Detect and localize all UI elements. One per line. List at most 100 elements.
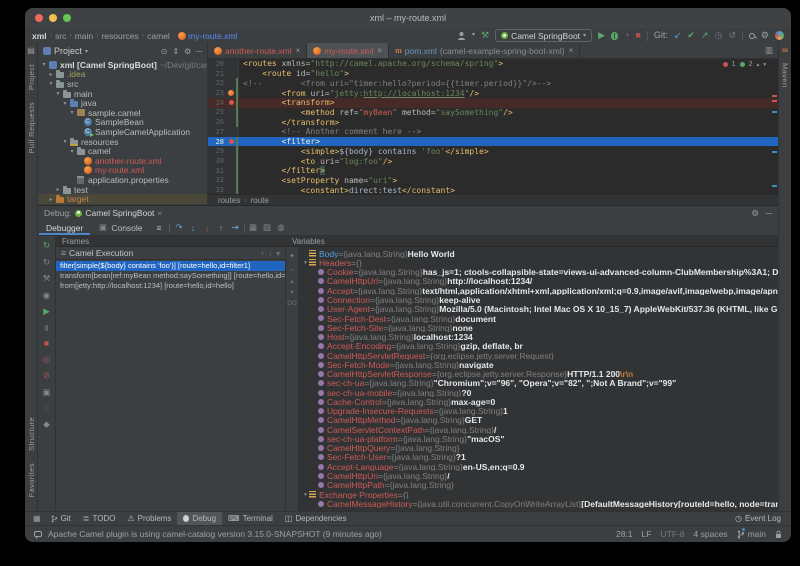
- tree-item-src[interactable]: ▾src: [38, 79, 207, 89]
- variable-row-cookie[interactable]: Cookie = {java.lang.String} has_js=1; ct…: [299, 268, 778, 277]
- tree-expand-icon[interactable]: ▾: [61, 138, 69, 145]
- tree-item-samplecamelapplication[interactable]: CSampleCamelApplication: [38, 127, 207, 137]
- lock-icon[interactable]: [775, 530, 782, 539]
- view-breakpoints-icon[interactable]: ◎: [41, 354, 52, 365]
- variable-row-sec-fetch-user[interactable]: Sec-Fetch-User = {java.lang.String} ?1: [299, 453, 778, 462]
- file-encoding[interactable]: UTF-8: [660, 529, 684, 539]
- build-hammer-icon[interactable]: ⚒: [481, 31, 489, 40]
- next-frame-icon[interactable]: ↓: [268, 249, 272, 258]
- tree-item-test[interactable]: ▸test: [38, 185, 207, 195]
- debug-session-tab[interactable]: Camel SpringBoot ×: [75, 208, 162, 218]
- stack-frame[interactable]: transform[bean[ref:myBean method:saySome…: [56, 271, 285, 281]
- stack-frame[interactable]: filter[simple(${body} contains 'foo')] […: [56, 261, 285, 271]
- stack-frame[interactable]: from[jetty:http://localhost:1234] [route…: [56, 281, 285, 291]
- code-line[interactable]: 27 <!-- Another comment here -->: [208, 127, 778, 137]
- tree-expand-icon[interactable]: ▾: [68, 109, 76, 116]
- stop-icon[interactable]: ■: [41, 338, 52, 348]
- run-configuration-select[interactable]: Camel SpringBoot ▾: [495, 29, 592, 42]
- variable-row-camelmessagehistory[interactable]: CamelMessageHistory = {java.util.concurr…: [299, 499, 778, 508]
- window-switcher-icon[interactable]: ▦: [29, 512, 45, 525]
- editor-tab-my-route-xml[interactable]: my-route.xml×: [307, 43, 389, 58]
- run-button[interactable]: ▶: [598, 31, 605, 40]
- close-window-button[interactable]: [35, 14, 43, 22]
- close-icon[interactable]: ×: [157, 209, 162, 218]
- error-stripe[interactable]: [770, 59, 778, 194]
- code-line[interactable]: 21 <route id="hello">: [208, 69, 778, 79]
- breadcrumb-item[interactable]: xml: [32, 31, 47, 41]
- variable-expand-icon[interactable]: ▾: [302, 492, 309, 498]
- select-opened-file-icon[interactable]: ⊙: [161, 47, 168, 56]
- rollback-icon[interactable]: ↺: [728, 31, 736, 40]
- hide-panel-icon[interactable]: ─: [196, 47, 202, 56]
- restore-layout-icon[interactable]: ▨: [262, 222, 273, 233]
- status-message[interactable]: Apache Camel plugin is using camel-catal…: [48, 529, 382, 539]
- hide-debug-icon[interactable]: ─: [766, 208, 772, 219]
- variable-row-host[interactable]: Host = {java.lang.String} localhost:1234: [299, 332, 778, 341]
- variable-row-connection[interactable]: Connection = {java.lang.String} keep-ali…: [299, 295, 778, 304]
- thread-dropdown-icon[interactable]: ▾: [276, 249, 280, 258]
- tree-expand-icon[interactable]: ▾: [47, 80, 55, 87]
- tool-window-button-terminal[interactable]: ⌨Terminal: [222, 512, 279, 525]
- force-step-into-icon[interactable]: ↓: [202, 223, 213, 233]
- thread-selector[interactable]: ≡ Camel Execution ↑↓▾: [56, 247, 285, 260]
- zoom-window-button[interactable]: [63, 14, 71, 22]
- tree-expand-icon[interactable]: ▾: [61, 100, 69, 107]
- variable-row-sec-fetch-mode[interactable]: Sec-Fetch-Mode = {java.lang.String} navi…: [299, 360, 778, 369]
- breadcrumb-item[interactable]: resources: [101, 31, 138, 41]
- tree-expand-icon[interactable]: ▸: [54, 186, 62, 193]
- tab-console[interactable]: ▣ Console: [90, 220, 149, 235]
- xml-breadcrumb-item[interactable]: routes: [218, 196, 240, 205]
- tab-options-icon[interactable]: ▥: [760, 43, 778, 58]
- code-line[interactable]: 32 <setProperty name="uri">: [208, 176, 778, 186]
- code-line[interactable]: 30 <to uri="log:foo"/>: [208, 156, 778, 166]
- variable-row-accept-language[interactable]: Accept-Language = {java.lang.String} en-…: [299, 462, 778, 471]
- editor-tab-another-route-xml[interactable]: another-route.xml×: [208, 43, 307, 58]
- variable-row-headers[interactable]: ▾Headers = {}: [299, 258, 778, 267]
- tab-debugger[interactable]: Debugger: [39, 220, 90, 235]
- modify-run-configuration-icon[interactable]: ⚒: [41, 273, 52, 284]
- variable-row-user-agent[interactable]: User-Agent = {java.lang.String} Mozilla/…: [299, 305, 778, 314]
- tree-item-java[interactable]: ▾java: [38, 98, 207, 108]
- variable-row-camelhttpuri[interactable]: CamelHttpUri = {java.lang.String} /: [299, 471, 778, 480]
- breadcrumb-item[interactable]: my-route.xml: [178, 31, 237, 41]
- tree-item-main[interactable]: ▾main: [38, 89, 207, 99]
- move-watch-up-icon[interactable]: ▲: [289, 279, 295, 285]
- show-watches-icon[interactable]: OO: [287, 301, 296, 307]
- mute-breakpoints-icon[interactable]: ⊘: [41, 370, 52, 381]
- minimize-window-button[interactable]: [49, 14, 57, 22]
- tree-item--idea[interactable]: ▸.idea: [38, 70, 207, 80]
- tree-item-samplebean[interactable]: CSampleBean: [38, 118, 207, 128]
- tree-expand-icon[interactable]: ▾: [40, 61, 48, 68]
- coverage-button[interactable]: ◔: [624, 31, 629, 40]
- variable-row-camelhttpservletrequest[interactable]: CamelHttpServletRequest = {org.eclipse.j…: [299, 351, 778, 360]
- history-icon[interactable]: ◷: [715, 31, 723, 40]
- tool-stripe-structure[interactable]: Structure: [27, 417, 36, 451]
- variable-row-exchange-properties[interactable]: ▾Exchange Properties = {}: [299, 490, 778, 499]
- prev-problem-icon[interactable]: ▴: [756, 62, 759, 68]
- pin-icon[interactable]: ◆: [41, 419, 52, 430]
- project-pane-title[interactable]: Project: [54, 46, 82, 56]
- remove-watch-icon[interactable]: −: [290, 265, 294, 274]
- restart-icon[interactable]: ↻: [41, 257, 52, 268]
- git-branch-widget[interactable]: main: [737, 529, 766, 539]
- thread-dump-icon[interactable]: ▣: [41, 387, 52, 398]
- tool-stripe-pull-requests[interactable]: Pull Requests: [27, 102, 36, 153]
- variable-row-camelhttpservletresponse[interactable]: CamelHttpServletResponse = {org.eclipse.…: [299, 369, 778, 378]
- update-project-icon[interactable]: ↙: [674, 31, 682, 40]
- variable-row-camelservletcontextpath[interactable]: CamelServletContextPath = {java.lang.Str…: [299, 425, 778, 434]
- code-line[interactable]: 28 <filter>: [208, 137, 778, 147]
- close-icon[interactable]: ×: [377, 46, 382, 55]
- breadcrumb-item[interactable]: main: [75, 31, 93, 41]
- xml-breadcrumb-item[interactable]: route: [251, 196, 269, 205]
- add-watch-icon[interactable]: +: [290, 251, 294, 260]
- tree-expand-icon[interactable]: ▸: [47, 196, 55, 203]
- tool-stripe-maven[interactable]: Maven: [781, 63, 790, 88]
- debug-button[interactable]: [611, 32, 618, 40]
- code-line[interactable]: 33 <constant>direct:test</constant>: [208, 185, 778, 194]
- caret-position[interactable]: 28:1: [616, 529, 633, 539]
- variable-row-camelhttpmethod[interactable]: CamelHttpMethod = {java.lang.String} GET: [299, 416, 778, 425]
- tool-window-button-debug[interactable]: Debug: [177, 512, 222, 525]
- variable-row-camelhttpquery[interactable]: CamelHttpQuery = {java.lang.String}: [299, 444, 778, 453]
- code-line[interactable]: 26 </transform>: [208, 117, 778, 127]
- tree-item-another-route-xml[interactable]: another-route.xml: [38, 156, 207, 166]
